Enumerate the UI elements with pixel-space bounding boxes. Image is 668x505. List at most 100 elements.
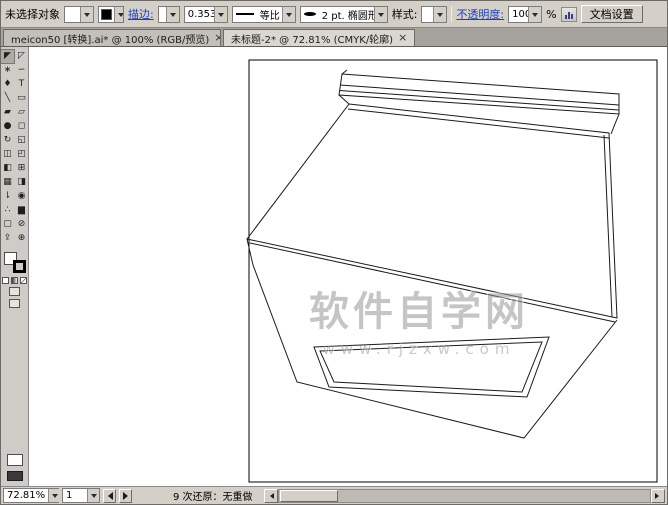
bar-icon: [568, 12, 570, 19]
column-graph-tool[interactable]: ▆: [15, 204, 28, 217]
stroke-profile-icon: [236, 13, 254, 15]
main-area: ◤ ◸ ∗ ∽ ♦ T ╲ ▭ ▰ ▱ ● ◻ ↻ ◱ ◫ ◰ ◧ ⊞ ▦ ◨: [1, 47, 667, 486]
pencil-tool[interactable]: ▱: [15, 106, 28, 119]
tab-untitled-2[interactable]: 未标题-2* @ 72.81% (CMYK/轮廓) ×: [223, 29, 415, 46]
artboard-tool[interactable]: ▢: [1, 218, 14, 231]
screen-mode-button[interactable]: [9, 299, 20, 308]
symbol-sprayer-tool[interactable]: ∴: [1, 204, 14, 217]
left-arrow-icon: [104, 492, 113, 500]
scrollbar-track[interactable]: [278, 489, 651, 503]
rotate-tool[interactable]: ↻: [1, 134, 14, 147]
separator: [451, 6, 452, 22]
dropdown-arrow-icon[interactable]: [282, 7, 295, 22]
direct-selection-tool[interactable]: ◸: [15, 50, 28, 63]
close-icon[interactable]: ×: [214, 33, 221, 43]
stroke-panel-link[interactable]: 描边:: [128, 6, 154, 22]
dropdown-arrow-icon[interactable]: [214, 7, 227, 22]
style-label: 样式:: [392, 6, 418, 22]
document-setup-button[interactable]: 文档设置: [581, 5, 643, 23]
blob-brush-tool[interactable]: ●: [1, 120, 14, 133]
horizontal-scrollbar[interactable]: [264, 489, 665, 503]
stroke-profile-value: 等比: [257, 7, 282, 22]
paintbrush-tool[interactable]: ▰: [1, 106, 14, 119]
style-combo[interactable]: [421, 6, 447, 23]
dropdown-arrow-icon[interactable]: [114, 7, 124, 22]
magic-wand-tool[interactable]: ∗: [1, 64, 14, 77]
dropdown-arrow-icon[interactable]: [528, 7, 541, 22]
draw-mode-button[interactable]: [9, 287, 20, 296]
artboard-border: [249, 60, 657, 482]
gradient-button[interactable]: [11, 277, 18, 284]
selection-status: 未选择对象: [5, 6, 60, 22]
scale-tool[interactable]: ◱: [15, 134, 28, 147]
shape-builder-tool[interactable]: ◧: [1, 162, 14, 175]
stroke-color-combo[interactable]: [158, 6, 180, 23]
percent-sign: %: [546, 8, 556, 21]
select-similar-icon[interactable]: [561, 7, 577, 22]
stroke-weight-value: 0.353: [185, 9, 214, 20]
rectangle-tool[interactable]: ▭: [15, 92, 28, 105]
stroke-swatch[interactable]: [13, 260, 26, 273]
selection-tool[interactable]: ◤: [1, 50, 14, 63]
opacity-combo[interactable]: 100: [508, 6, 542, 23]
artboard-nav-combo[interactable]: 1: [62, 488, 100, 503]
zoom-combo[interactable]: 72.81%: [3, 488, 59, 503]
dropdown-arrow-icon[interactable]: [87, 489, 99, 502]
status-bar: 72.81% 1 9 次还原：无重做: [1, 486, 667, 504]
document-tab-bar: meicon50 [转换].ai* @ 100% (RGB/预览) × 未标题-…: [1, 28, 667, 47]
toolbar-bottom: [7, 454, 23, 481]
prev-artboard-button[interactable]: [103, 489, 116, 503]
color-swatch[interactable]: [7, 454, 23, 466]
eyedropper-tool[interactable]: ⇂: [1, 190, 14, 203]
scroll-right-button[interactable]: [651, 489, 665, 503]
change-screen-mode-button[interactable]: [7, 471, 23, 481]
slice-tool[interactable]: ⊘: [15, 218, 28, 231]
eraser-tool[interactable]: ◻: [15, 120, 28, 133]
opacity-value: 100: [509, 9, 528, 20]
free-transform-tool[interactable]: ◰: [15, 148, 28, 161]
type-tool[interactable]: T: [15, 78, 28, 91]
dropdown-arrow-icon[interactable]: [48, 489, 60, 502]
stroke-weight-combo[interactable]: 0.353: [184, 6, 228, 23]
dropdown-arrow-icon[interactable]: [166, 7, 179, 22]
blend-tool[interactable]: ◉: [15, 190, 28, 203]
scrollbar-thumb[interactable]: [280, 490, 338, 502]
canvas[interactable]: 软件自学网 www.rjzxw.com: [29, 47, 667, 486]
stroke-profile-combo[interactable]: 等比: [232, 6, 296, 23]
zoom-tool[interactable]: ⊕: [15, 232, 28, 245]
brush-combo[interactable]: 2 pt. 椭圆形: [300, 6, 388, 23]
tool-grid: ◤ ◸ ∗ ∽ ♦ T ╲ ▭ ▰ ▱ ● ◻ ↻ ◱ ◫ ◰ ◧ ⊞ ▦ ◨: [1, 50, 28, 245]
right-arrow-icon: [123, 492, 132, 500]
tools-panel: ◤ ◸ ∗ ∽ ♦ T ╲ ▭ ▰ ▱ ● ◻ ↻ ◱ ◫ ◰ ◧ ⊞ ▦ ◨: [1, 47, 29, 486]
undo-status-text: 9 次还原：无重做: [173, 488, 253, 503]
perspective-grid-tool[interactable]: ⊞: [15, 162, 28, 175]
mesh-tool[interactable]: ▦: [1, 176, 14, 189]
bar-icon: [565, 15, 567, 19]
next-artboard-button[interactable]: [119, 489, 132, 503]
tab-meicon50[interactable]: meicon50 [转换].ai* @ 100% (RGB/预览) ×: [3, 29, 221, 46]
dropdown-arrow-icon[interactable]: [433, 7, 446, 22]
line-tool[interactable]: ╲: [1, 92, 14, 105]
fill-color-combo[interactable]: [98, 6, 124, 23]
hand-tool[interactable]: ⇪: [1, 232, 14, 245]
tab-label: meicon50 [转换].ai* @ 100% (RGB/预览): [11, 31, 209, 46]
artwork-wireframe: [29, 47, 667, 486]
artboard-value: 1: [63, 490, 87, 501]
width-tool[interactable]: ◫: [1, 148, 14, 161]
color-button[interactable]: [2, 277, 9, 284]
wireframe-object[interactable]: [247, 70, 619, 438]
right-arrow-icon: [655, 493, 663, 499]
illustrator-window: 未选择对象 描边: 0.353 等比 2 pt. 椭圆形 样式:: [0, 0, 668, 505]
opacity-panel-link[interactable]: 不透明度:: [456, 6, 504, 22]
dropdown-arrow-icon[interactable]: [374, 7, 387, 22]
paint-mode-row: [2, 277, 27, 284]
preset-combo[interactable]: [64, 6, 94, 23]
scroll-left-button[interactable]: [264, 489, 278, 503]
gradient-tool[interactable]: ◨: [15, 176, 28, 189]
pen-tool[interactable]: ♦: [1, 78, 14, 91]
close-icon[interactable]: ×: [398, 33, 407, 43]
none-button[interactable]: [20, 277, 27, 284]
dropdown-arrow-icon[interactable]: [80, 7, 93, 22]
fill-color-swatch: [101, 9, 112, 20]
lasso-tool[interactable]: ∽: [15, 64, 28, 77]
